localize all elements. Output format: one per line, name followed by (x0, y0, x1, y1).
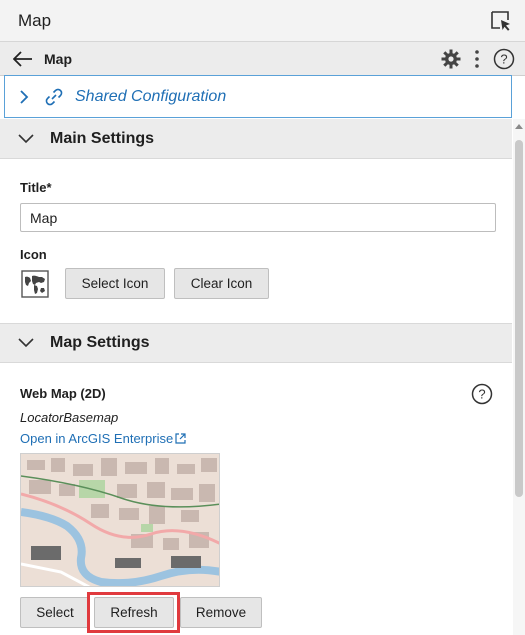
web-map-name: LocatorBasemap (20, 410, 119, 425)
link-icon (43, 86, 65, 108)
icon-label: Icon (20, 247, 47, 262)
kebab-menu-icon[interactable] (473, 49, 481, 69)
main-settings-title: Main Settings (50, 129, 155, 147)
help-icon[interactable]: ? (493, 48, 515, 70)
shared-configuration-row[interactable]: Shared Configuration (4, 75, 512, 118)
title-input[interactable] (20, 203, 496, 232)
open-in-portal-link[interactable]: Open in ArcGIS Enterprise (20, 431, 173, 446)
widget-name: Map (44, 50, 72, 67)
select-icon-button[interactable]: Select Icon (65, 268, 165, 299)
panel-header: Map (0, 0, 525, 42)
external-link-icon (175, 433, 186, 444)
scrollbar-thumb[interactable] (515, 140, 523, 497)
main-settings-header[interactable]: Main Settings (0, 119, 512, 159)
chevron-down-icon (18, 338, 34, 348)
back-arrow-icon[interactable] (10, 45, 36, 73)
title-label: Title* (20, 180, 52, 195)
gear-icon[interactable] (441, 49, 461, 69)
settings-scroll-area: Main Settings Title* Icon Select Icon Cl… (0, 119, 512, 635)
clear-icon-button[interactable]: Clear Icon (174, 268, 269, 299)
svg-text:?: ? (478, 387, 485, 402)
panel-title: Map (18, 10, 52, 30)
svg-text:?: ? (500, 51, 507, 66)
map-settings-title: Map Settings (50, 334, 150, 351)
help-icon[interactable]: ? (471, 383, 493, 405)
chevron-down-icon (18, 133, 34, 144)
chevron-right-icon[interactable] (19, 89, 29, 105)
world-map-icon[interactable] (21, 270, 49, 298)
vertical-scrollbar[interactable] (513, 119, 525, 635)
web-map-label: Web Map (2D) (20, 386, 106, 401)
shared-configuration-label: Shared Configuration (75, 87, 227, 105)
web-map-thumbnail (20, 453, 220, 587)
select-map-button[interactable]: Select (20, 597, 90, 628)
select-element-icon[interactable] (489, 9, 513, 33)
widget-header: Map ? (0, 42, 525, 76)
refresh-highlight-box (87, 592, 180, 633)
scroll-up-icon[interactable] (515, 123, 523, 129)
remove-map-button[interactable]: Remove (180, 597, 262, 628)
map-settings-header[interactable]: Map Settings (0, 323, 512, 363)
open-in-portal-link-row[interactable]: Open in ArcGIS Enterprise (20, 431, 186, 446)
